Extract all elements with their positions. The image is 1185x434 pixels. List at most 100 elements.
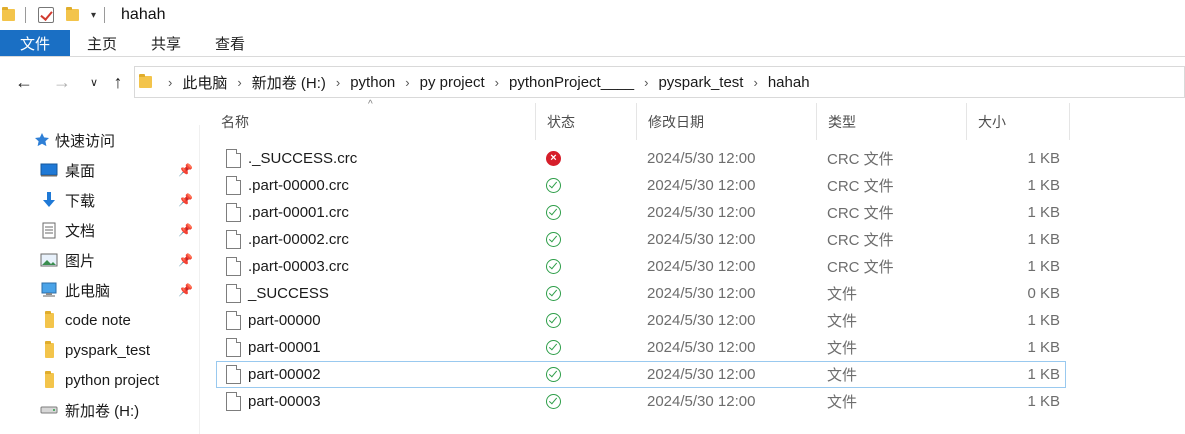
sidebar-item-pyspark-test[interactable]: pyspark_test <box>0 335 198 365</box>
file-size: 0 KB <box>1027 285 1060 302</box>
forward-arrow-icon[interactable]: → <box>48 68 76 96</box>
file-row[interactable]: part-00000 2024/5/30 12:00 文件 1 KB <box>216 307 1066 334</box>
breadcrumb-item[interactable]: python <box>350 74 395 91</box>
file-date: 2024/5/30 12:00 <box>647 312 756 329</box>
navigation-bar: ← → ∨ ↑ › 此电脑 › 新加卷 (H:) › python › py p… <box>0 66 1185 98</box>
pin-icon[interactable]: 📌 <box>178 193 193 207</box>
file-date: 2024/5/30 12:00 <box>647 231 756 248</box>
file-name: .part-00000.crc <box>248 177 349 194</box>
up-arrow-icon[interactable]: ↑ <box>104 68 132 96</box>
status-cell: × <box>546 145 561 172</box>
chevron-right-icon[interactable]: › <box>644 75 648 90</box>
window-title: hahah <box>121 6 166 23</box>
file-name: part-00001 <box>248 339 321 356</box>
computer-icon <box>40 281 58 299</box>
chevron-right-icon[interactable]: › <box>168 75 172 90</box>
file-date: 2024/5/30 12:00 <box>647 177 756 194</box>
sync-ok-icon <box>546 232 561 247</box>
sidebar-item-drive-h[interactable]: 新加卷 (H:) <box>0 395 198 425</box>
sidebar-item-pictures[interactable]: 图片 📌 <box>0 245 198 275</box>
sidebar-item-this-pc[interactable]: 此电脑 📌 <box>0 275 198 305</box>
file-icon <box>226 230 241 249</box>
file-icon <box>226 257 241 276</box>
sidebar-item-downloads[interactable]: 下载 📌 <box>0 185 198 215</box>
breadcrumb-item[interactable]: py project <box>420 74 485 91</box>
file-icon <box>226 284 241 303</box>
breadcrumb-item[interactable]: pythonProject____ <box>509 74 634 91</box>
pin-icon[interactable]: 📌 <box>178 283 193 297</box>
column-header-type[interactable]: 类型 <box>817 103 967 140</box>
column-header-size[interactable]: 大小 <box>967 103 1070 140</box>
back-arrow-icon[interactable]: ← <box>10 68 38 96</box>
file-row[interactable]: .part-00001.crc 2024/5/30 12:00 CRC 文件 1… <box>216 199 1066 226</box>
file-row[interactable]: _SUCCESS 2024/5/30 12:00 文件 0 KB <box>216 280 1066 307</box>
file-icon <box>226 311 241 330</box>
file-size: 1 KB <box>1027 258 1060 275</box>
file-type: 文件 <box>827 286 858 303</box>
customize-toolbar-dropdown-icon[interactable]: ▾ <box>91 10 96 21</box>
file-row[interactable]: .part-00002.crc 2024/5/30 12:00 CRC 文件 1… <box>216 226 1066 253</box>
sync-ok-icon <box>546 286 561 301</box>
breadcrumb-item[interactable]: pyspark_test <box>658 74 743 91</box>
tab-file[interactable]: 文件 <box>0 30 70 56</box>
breadcrumb-item[interactable]: hahah <box>768 74 810 91</box>
file-row-selected[interactable]: part-00002 2024/5/30 12:00 文件 1 KB <box>216 361 1066 388</box>
sidebar-item-label: 桌面 <box>65 162 96 180</box>
folder-icon <box>139 74 152 88</box>
file-row[interactable]: part-00001 2024/5/30 12:00 文件 1 KB <box>216 334 1066 361</box>
file-type: CRC 文件 <box>827 151 894 168</box>
new-folder-icon[interactable] <box>66 7 79 21</box>
chevron-right-icon[interactable]: › <box>495 75 499 90</box>
file-row[interactable]: .part-00000.crc 2024/5/30 12:00 CRC 文件 1… <box>216 172 1066 199</box>
sync-ok-icon <box>546 205 561 220</box>
file-size: 1 KB <box>1027 204 1060 221</box>
sidebar-item-code-note[interactable]: code note <box>0 305 198 335</box>
file-type: 文件 <box>827 367 858 384</box>
tab-view[interactable]: 查看 <box>198 30 262 56</box>
sidebar-item-python-project[interactable]: python project <box>0 365 198 395</box>
file-row[interactable]: part-00003 2024/5/30 12:00 文件 1 KB <box>216 388 1066 415</box>
pin-icon[interactable]: 📌 <box>178 223 193 237</box>
chevron-right-icon[interactable]: › <box>237 75 241 90</box>
column-header-status[interactable]: 状态 <box>536 103 637 140</box>
file-size: 1 KB <box>1027 366 1060 383</box>
breadcrumb-item[interactable]: 此电脑 <box>182 72 227 93</box>
properties-icon[interactable] <box>38 7 54 23</box>
sidebar-item-documents[interactable]: 文档 📌 <box>0 215 198 245</box>
address-bar[interactable]: › 此电脑 › 新加卷 (H:) › python › py project ›… <box>134 66 1185 98</box>
picture-icon <box>40 251 58 269</box>
file-row[interactable]: ._SUCCESS.crc × 2024/5/30 12:00 CRC 文件 1… <box>216 145 1066 172</box>
chevron-right-icon[interactable]: › <box>753 75 757 90</box>
file-type: CRC 文件 <box>827 205 894 222</box>
file-type: 文件 <box>827 313 858 330</box>
sidebar-item-label: 新加卷 (H:) <box>65 402 140 420</box>
file-date: 2024/5/30 12:00 <box>647 366 756 383</box>
chevron-right-icon[interactable]: › <box>336 75 340 90</box>
sidebar-item-label: 快速访问 <box>55 132 116 150</box>
status-cell <box>546 172 561 199</box>
pin-icon[interactable]: 📌 <box>178 253 193 267</box>
file-icon <box>226 176 241 195</box>
status-cell <box>546 307 561 334</box>
navigation-pane: 快速访问 桌面 📌 下载 📌 文档 📌 图片 📌 此电脑 📌 code note… <box>0 125 200 434</box>
tab-share[interactable]: 共享 <box>134 30 198 56</box>
file-name: part-00002 <box>248 366 321 383</box>
file-name: part-00003 <box>248 393 321 410</box>
tab-home[interactable]: 主页 <box>70 30 134 56</box>
sidebar-item-label: 图片 <box>65 252 96 270</box>
sidebar-item-desktop[interactable]: 桌面 📌 <box>0 155 198 185</box>
file-size: 1 KB <box>1027 177 1060 194</box>
file-size: 1 KB <box>1027 150 1060 167</box>
pin-icon[interactable]: 📌 <box>178 163 193 177</box>
sidebar-item-quick-access[interactable]: 快速访问 <box>0 125 198 155</box>
column-header-name[interactable]: 名称 <box>210 103 536 140</box>
folder-icon <box>40 340 58 359</box>
column-header-date[interactable]: 修改日期 <box>637 103 817 140</box>
breadcrumb-item[interactable]: 新加卷 (H:) <box>252 72 326 93</box>
file-icon <box>226 203 241 222</box>
file-type: 文件 <box>827 340 858 357</box>
file-name: .part-00001.crc <box>248 204 349 221</box>
chevron-right-icon[interactable]: › <box>405 75 409 90</box>
file-row[interactable]: .part-00003.crc 2024/5/30 12:00 CRC 文件 1… <box>216 253 1066 280</box>
file-type: CRC 文件 <box>827 178 894 195</box>
